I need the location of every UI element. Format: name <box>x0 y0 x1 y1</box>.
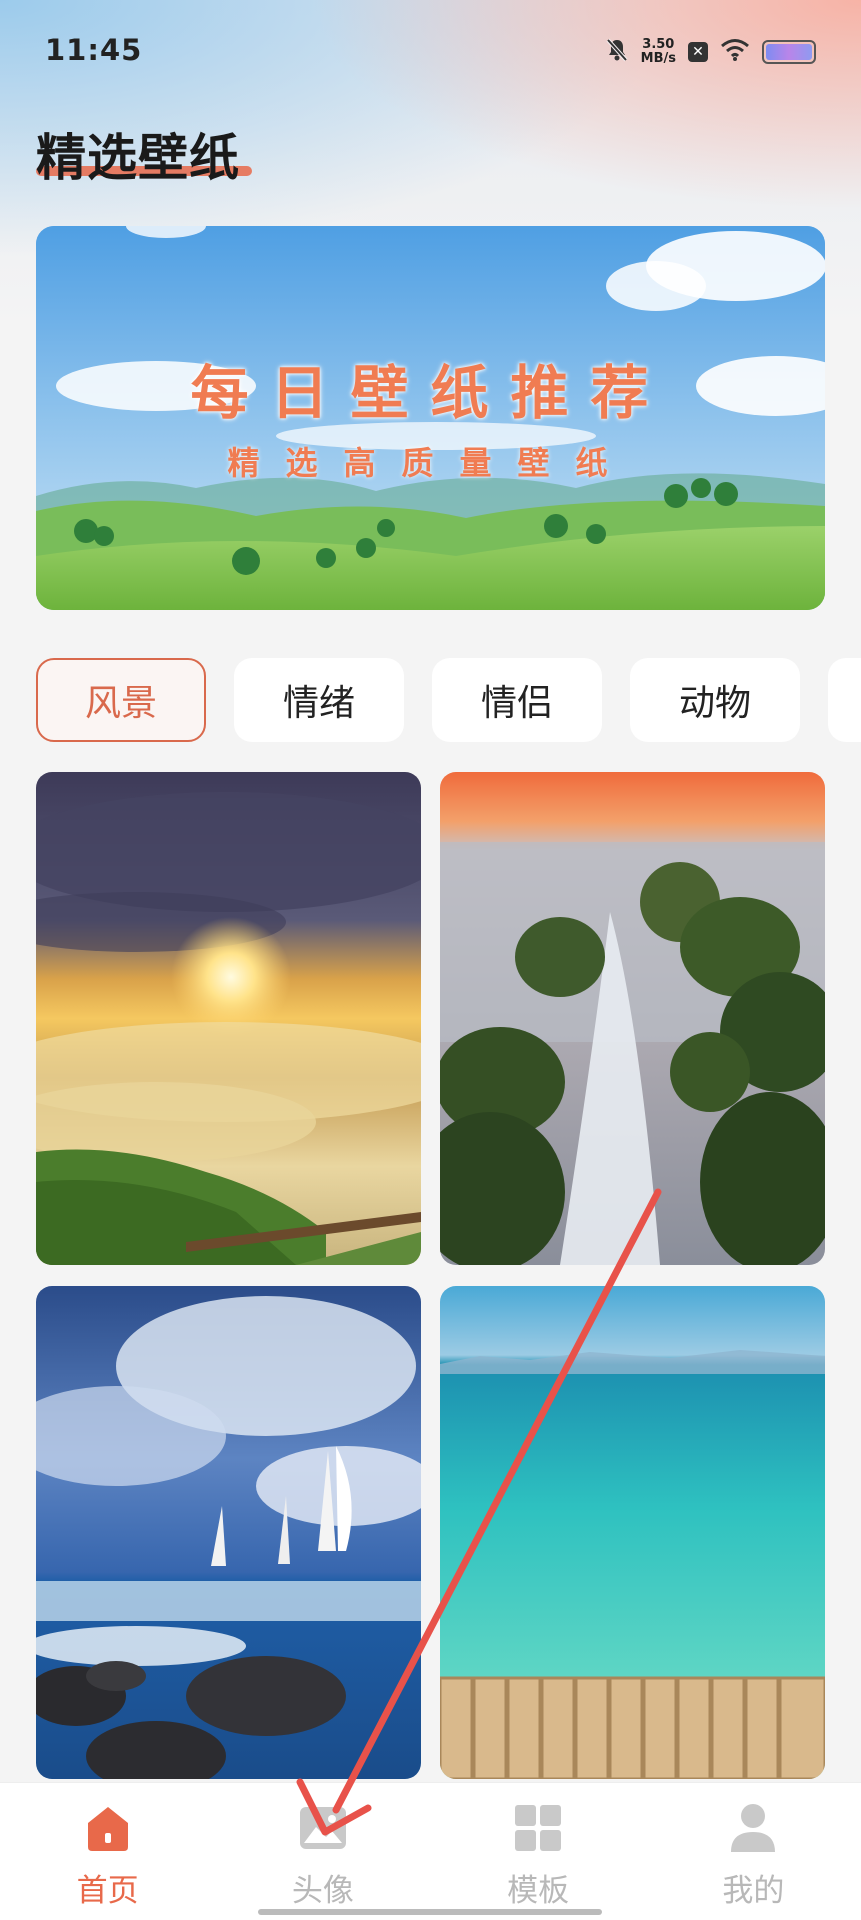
battery-icon <box>762 40 816 64</box>
wallpaper-image <box>440 1286 825 1779</box>
bottom-nav: 首页 头像 模板 我的 <box>0 1782 861 1920</box>
category-tab[interactable]: 情侣 <box>432 658 602 742</box>
nav-home[interactable]: 首页 <box>0 1783 215 1920</box>
wallpaper-card[interactable] <box>36 1286 421 1779</box>
banner-subtitle: 精选高质量壁纸 <box>227 444 634 482</box>
mute-bell-icon <box>605 37 629 67</box>
home-icon <box>81 1801 135 1855</box>
page-title: 精选壁纸 <box>36 129 240 187</box>
nav-label: 模板 <box>507 1873 570 1909</box>
status-bar: 11:45 3.50 MB/s ✕ <box>0 0 861 100</box>
wallpaper-card[interactable] <box>36 772 421 1265</box>
wallpaper-image <box>440 772 825 1265</box>
wallpaper-image <box>36 1286 421 1779</box>
wallpaper-card[interactable] <box>440 772 825 1265</box>
user-icon <box>726 1801 780 1855</box>
grid-icon <box>511 1801 565 1855</box>
nav-label: 头像 <box>291 1873 354 1909</box>
nav-template[interactable]: 模板 <box>431 1783 646 1920</box>
wifi-icon <box>720 38 750 66</box>
home-indicator <box>258 1909 602 1915</box>
daily-wallpaper-banner[interactable]: 每日壁纸推荐 精选高质量壁纸 <box>36 226 825 610</box>
status-time: 11:45 <box>45 33 143 67</box>
network-speed-unit: MB/s <box>640 51 676 66</box>
network-speed: 3.50 MB/s <box>641 38 676 66</box>
image-icon <box>296 1801 350 1855</box>
nav-label: 首页 <box>76 1873 139 1909</box>
banner-title: 每日壁纸推荐 <box>190 359 671 427</box>
network-speed-value: 3.50 <box>642 37 675 52</box>
category-tab[interactable]: 情绪 <box>234 658 404 742</box>
status-icons: 3.50 MB/s ✕ <box>605 36 816 68</box>
nav-profile[interactable]: 我的 <box>646 1783 861 1920</box>
category-tab[interactable]: 风景 <box>36 658 206 742</box>
category-tabs: 风景 情绪 情侣 动物 <box>36 658 861 744</box>
nav-avatar[interactable]: 头像 <box>215 1783 430 1920</box>
category-tab-partial[interactable] <box>828 658 861 742</box>
category-tab[interactable]: 动物 <box>630 658 800 742</box>
wallpaper-image <box>36 772 421 1265</box>
nav-label: 我的 <box>722 1873 785 1909</box>
wallpaper-card[interactable] <box>440 1286 825 1779</box>
x-app-icon: ✕ <box>688 42 708 62</box>
